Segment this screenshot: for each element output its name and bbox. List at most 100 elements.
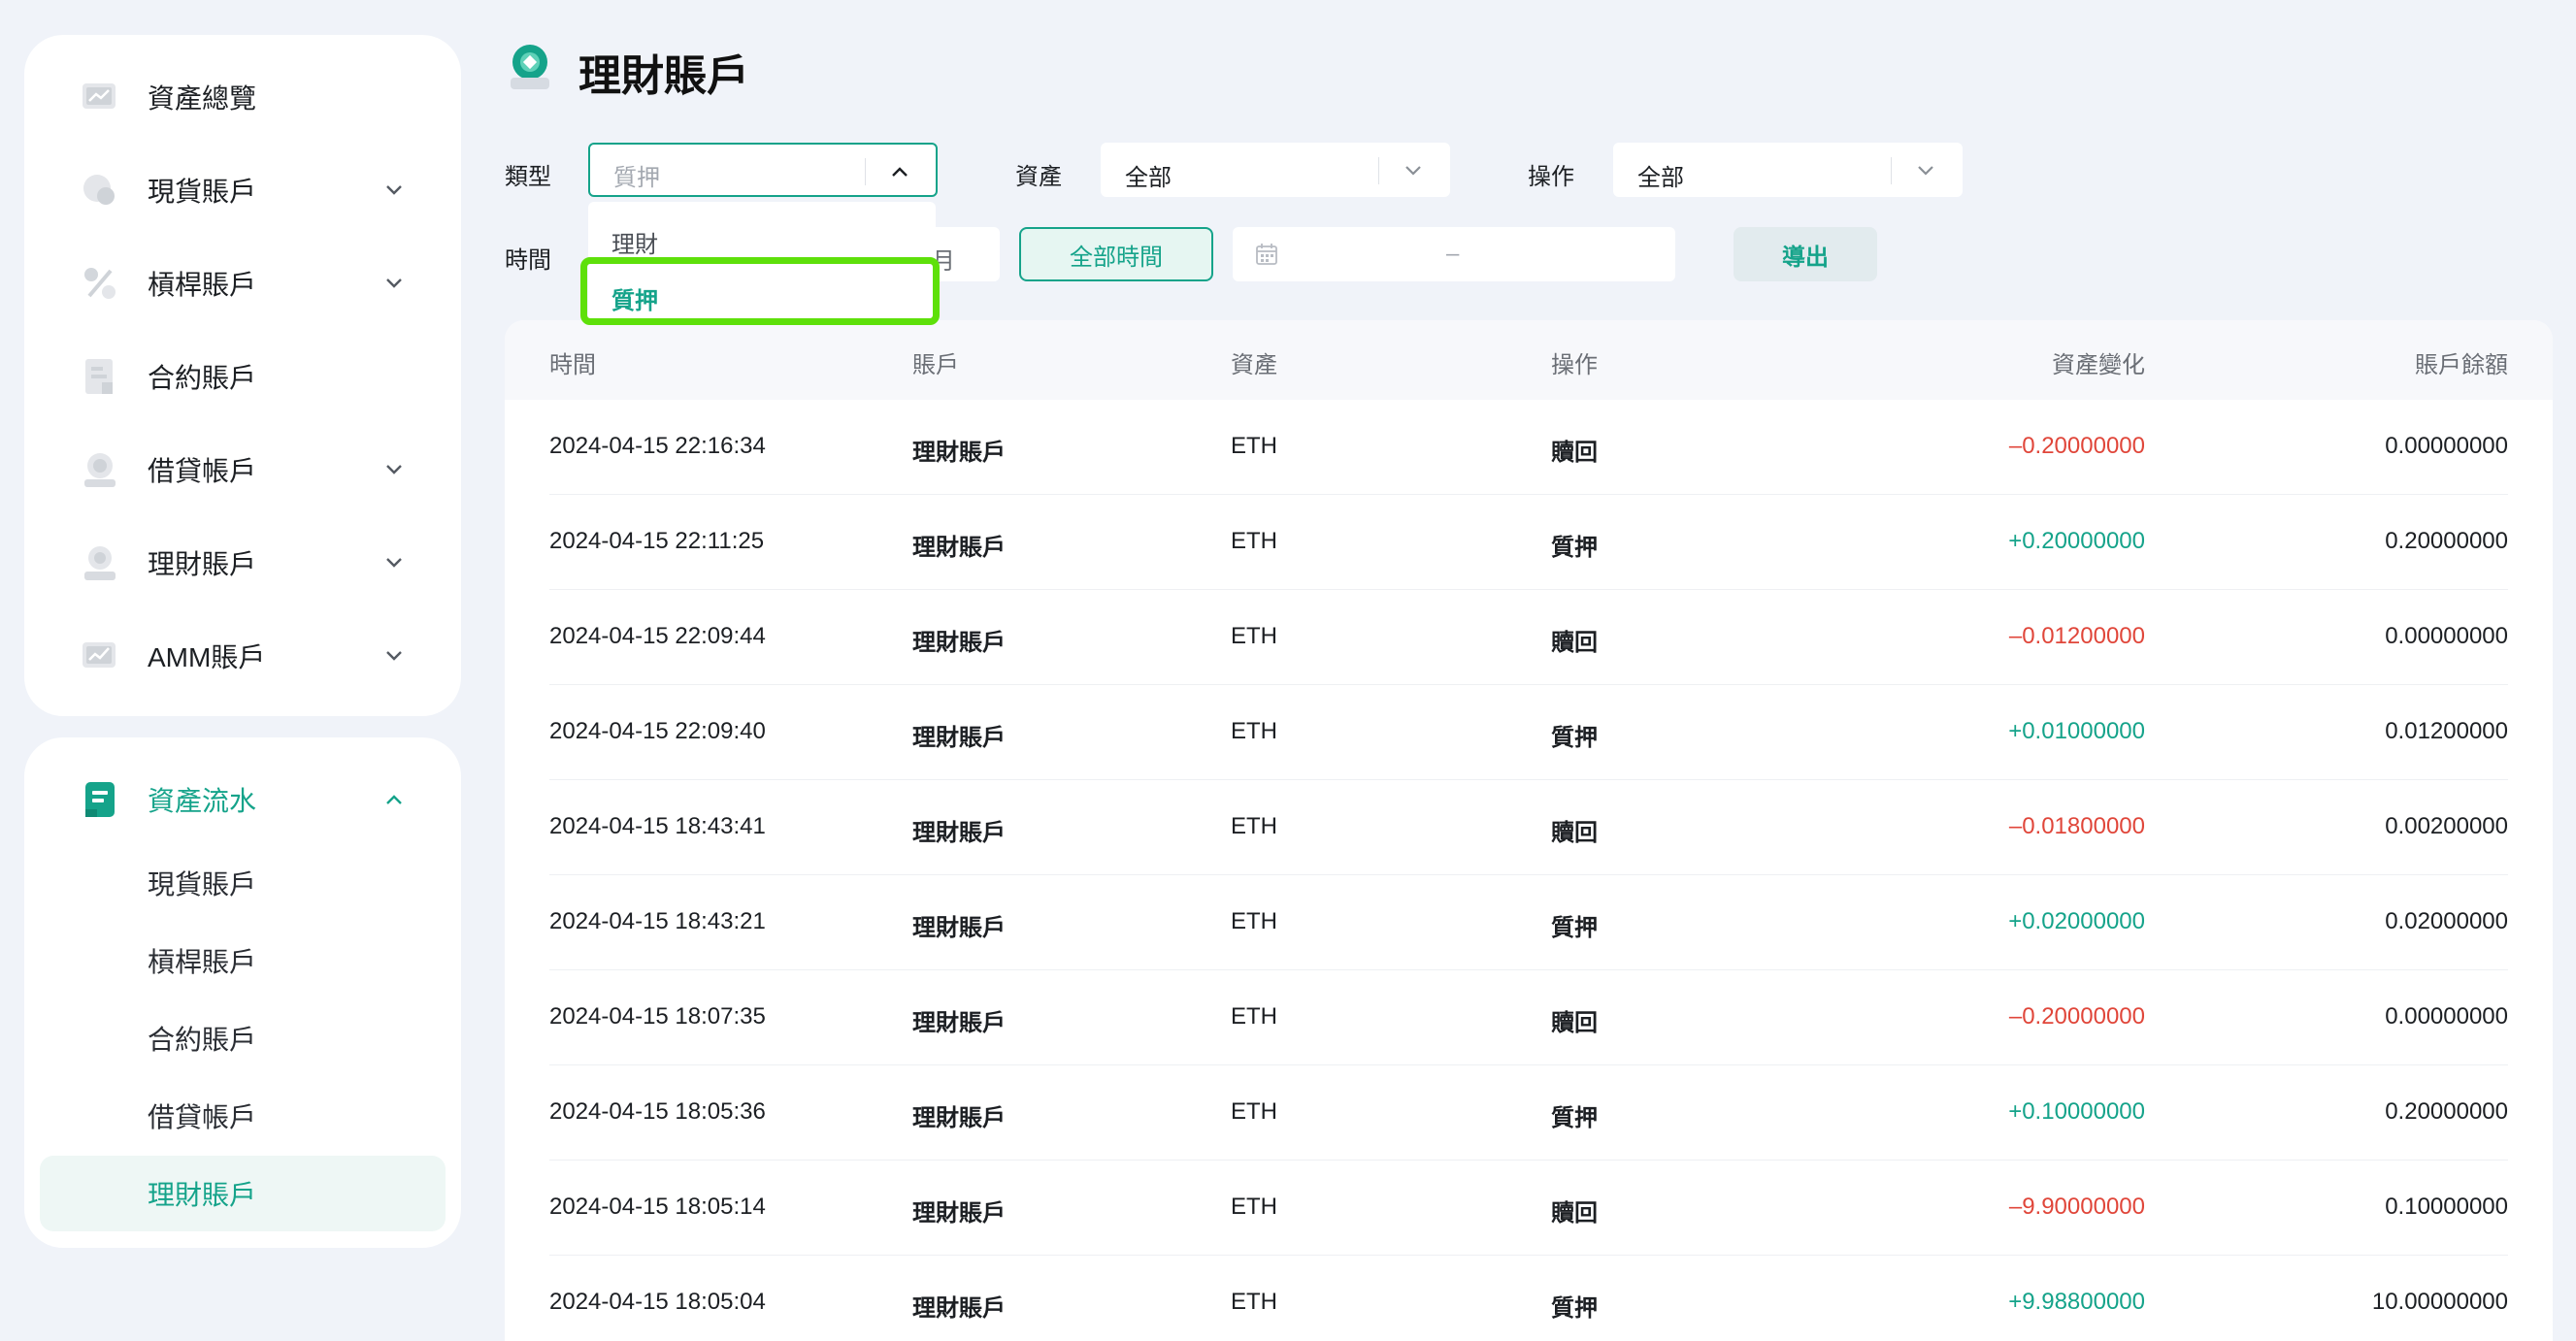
column-header-asset: 資產 xyxy=(1231,352,1277,378)
cell-action: 質押 xyxy=(1551,1295,1598,1322)
date-range-separator: – xyxy=(1446,241,1460,267)
cell-action: 質押 xyxy=(1551,725,1598,751)
sidebar-item-label: 借貸帳戶 xyxy=(148,456,257,486)
column-header-action: 操作 xyxy=(1551,352,1598,378)
column-header-balance: 賬戶餘額 xyxy=(2415,352,2508,378)
cell-time: 2024-04-15 18:05:14 xyxy=(549,1194,766,1220)
cell-account: 理財賬戶 xyxy=(912,1200,1006,1227)
type-option-label: 質押 xyxy=(611,288,658,314)
table-row: 2024-04-15 22:16:34 理財賬戶 ETH 贖回 –0.20000000 0… xyxy=(549,400,2508,495)
wealth-icon xyxy=(81,543,119,582)
sidebar-item-spot[interactable]: 現貨賬戶 xyxy=(24,151,461,229)
select-divider xyxy=(865,158,866,185)
cell-time: 2024-04-15 18:07:35 xyxy=(549,1003,766,1030)
cell-account: 理財賬戶 xyxy=(912,1105,1006,1131)
type-option-staking[interactable]: 質押 xyxy=(588,266,936,322)
sidebar-subitem-label: 理財賬戶 xyxy=(148,1180,257,1210)
table-row: 2024-04-15 18:05:04 理財賬戶 ETH 質押 +9.98800000 1… xyxy=(549,1256,2508,1341)
time-label: 時間 xyxy=(505,247,551,274)
sidebar-subitem-margin[interactable]: 槓桿賬戶 xyxy=(40,923,446,998)
column-header-account: 賬戶 xyxy=(912,352,959,378)
cell-action: 質押 xyxy=(1551,1105,1598,1131)
table-row: 2024-04-15 22:09:44 理財賬戶 ETH 贖回 –0.01200000 0… xyxy=(549,590,2508,685)
chevron-down-icon xyxy=(386,278,402,288)
cell-action: 質押 xyxy=(1551,535,1598,561)
type-label: 類型 xyxy=(505,164,551,190)
cell-balance: 0.00000000 xyxy=(2385,1003,2508,1030)
cell-change: +0.20000000 xyxy=(2008,528,2145,554)
cell-time: 2024-04-15 22:09:40 xyxy=(549,718,766,744)
cell-asset: ETH xyxy=(1231,623,1277,649)
chevron-up-icon xyxy=(892,167,908,177)
table-row: 2024-04-15 22:09:40 理財賬戶 ETH 質押 +0.01000000 0… xyxy=(549,685,2508,780)
action-select[interactable]: 全部 xyxy=(1613,143,1963,197)
cell-asset: ETH xyxy=(1231,813,1277,839)
cell-balance: 0.20000000 xyxy=(2385,1098,2508,1125)
select-divider xyxy=(1378,157,1379,184)
type-option-wealth[interactable]: 理財 xyxy=(588,210,936,266)
cell-action: 贖回 xyxy=(1551,630,1598,656)
cell-change: +0.02000000 xyxy=(2008,908,2145,934)
cell-time: 2024-04-15 18:43:21 xyxy=(549,908,766,934)
sidebar-item-lending[interactable]: 借貸帳戶 xyxy=(24,431,461,508)
sidebar-subitem-label: 借貸帳戶 xyxy=(148,1102,257,1132)
date-range-picker[interactable]: – xyxy=(1233,227,1675,281)
cell-account: 理財賬戶 xyxy=(912,440,1006,466)
cell-account: 理財賬戶 xyxy=(912,1295,1006,1322)
sidebar-item-asset-overview[interactable]: 資產總覽 xyxy=(24,58,461,136)
cell-balance: 0.10000000 xyxy=(2385,1194,2508,1220)
sidebar-item-wealth[interactable]: 理財賬戶 xyxy=(24,524,461,602)
cell-change: –9.90000000 xyxy=(2008,1194,2145,1220)
sidebar-item-label: 資產總覽 xyxy=(148,83,257,114)
document-icon xyxy=(81,357,119,396)
type-select[interactable]: 質押 xyxy=(588,143,938,197)
cell-asset: ETH xyxy=(1231,1003,1277,1030)
cell-time: 2024-04-15 22:16:34 xyxy=(549,433,766,459)
sidebar-item-amm[interactable]: AMM賬戶 xyxy=(24,617,461,695)
cell-action: 質押 xyxy=(1551,915,1598,941)
sidebar-subitem-lending[interactable]: 借貸帳戶 xyxy=(40,1078,446,1154)
cell-balance: 0.00200000 xyxy=(2385,813,2508,839)
cell-account: 理財賬戶 xyxy=(912,915,1006,941)
cell-action: 贖回 xyxy=(1551,1010,1598,1036)
sidebar-subitem-spot[interactable]: 現貨賬戶 xyxy=(40,845,446,921)
cell-time: 2024-04-15 18:43:41 xyxy=(549,813,766,839)
cell-time: 2024-04-15 18:05:04 xyxy=(549,1289,766,1315)
cell-time: 2024-04-15 22:09:44 xyxy=(549,623,766,649)
cell-balance: 0.01200000 xyxy=(2385,718,2508,744)
sidebar-item-futures[interactable]: 合約賬戶 xyxy=(24,338,461,415)
cell-change: –0.01800000 xyxy=(2008,813,2145,839)
sidebar-subitem-futures[interactable]: 合約賬戶 xyxy=(40,1000,446,1076)
chevron-down-icon xyxy=(1918,166,1933,176)
table-header: 時間 賬戶 資產 操作 資產變化 賬戶餘額 xyxy=(505,320,2553,400)
cell-change: +0.01000000 xyxy=(2008,718,2145,744)
chevron-down-icon xyxy=(1405,166,1421,176)
cell-balance: 0.20000000 xyxy=(2385,528,2508,554)
cell-change: –0.01200000 xyxy=(2008,623,2145,649)
sidebar-subitem-label: 現貨賬戶 xyxy=(148,869,257,899)
sidebar-subitem-wealth[interactable]: 理財賬戶 xyxy=(40,1156,446,1231)
asset-label: 資產 xyxy=(1015,164,1062,190)
coin-icon xyxy=(81,171,119,210)
cell-action: 贖回 xyxy=(1551,820,1598,846)
table-row: 2024-04-15 18:43:41 理財賬戶 ETH 贖回 –0.01800000 0… xyxy=(549,780,2508,875)
all-time-button[interactable]: 全部時間 xyxy=(1019,227,1213,281)
select-divider xyxy=(1891,157,1892,184)
cell-account: 理財賬戶 xyxy=(912,725,1006,751)
sidebar-item-asset-flow[interactable]: 資產流水 xyxy=(24,761,461,838)
asset-select[interactable]: 全部 xyxy=(1101,143,1450,197)
page: 資產總覽 現貨賬戶 槓桿賬戶 合約賬戶 借貸帳戶 理財賬戶 AMM賬戶 資產流水… xyxy=(0,0,2576,1341)
chevron-down-icon xyxy=(386,465,402,474)
column-header-change: 資產變化 xyxy=(2052,352,2145,378)
cell-asset: ETH xyxy=(1231,1098,1277,1125)
cell-account: 理財賬戶 xyxy=(912,630,1006,656)
asset-select-value: 全部 xyxy=(1125,165,1172,191)
export-button[interactable]: 導出 xyxy=(1734,227,1877,281)
lending-icon xyxy=(81,450,119,489)
cell-action: 贖回 xyxy=(1551,440,1598,466)
cell-account: 理財賬戶 xyxy=(912,820,1006,846)
cell-change: –0.20000000 xyxy=(2008,1003,2145,1030)
sidebar-item-margin[interactable]: 槓桿賬戶 xyxy=(24,245,461,322)
cell-asset: ETH xyxy=(1231,528,1277,554)
sidebar-asset-flow: 資產流水 現貨賬戶 槓桿賬戶 合約賬戶 借貸帳戶 理財賬戶 xyxy=(24,737,461,1248)
